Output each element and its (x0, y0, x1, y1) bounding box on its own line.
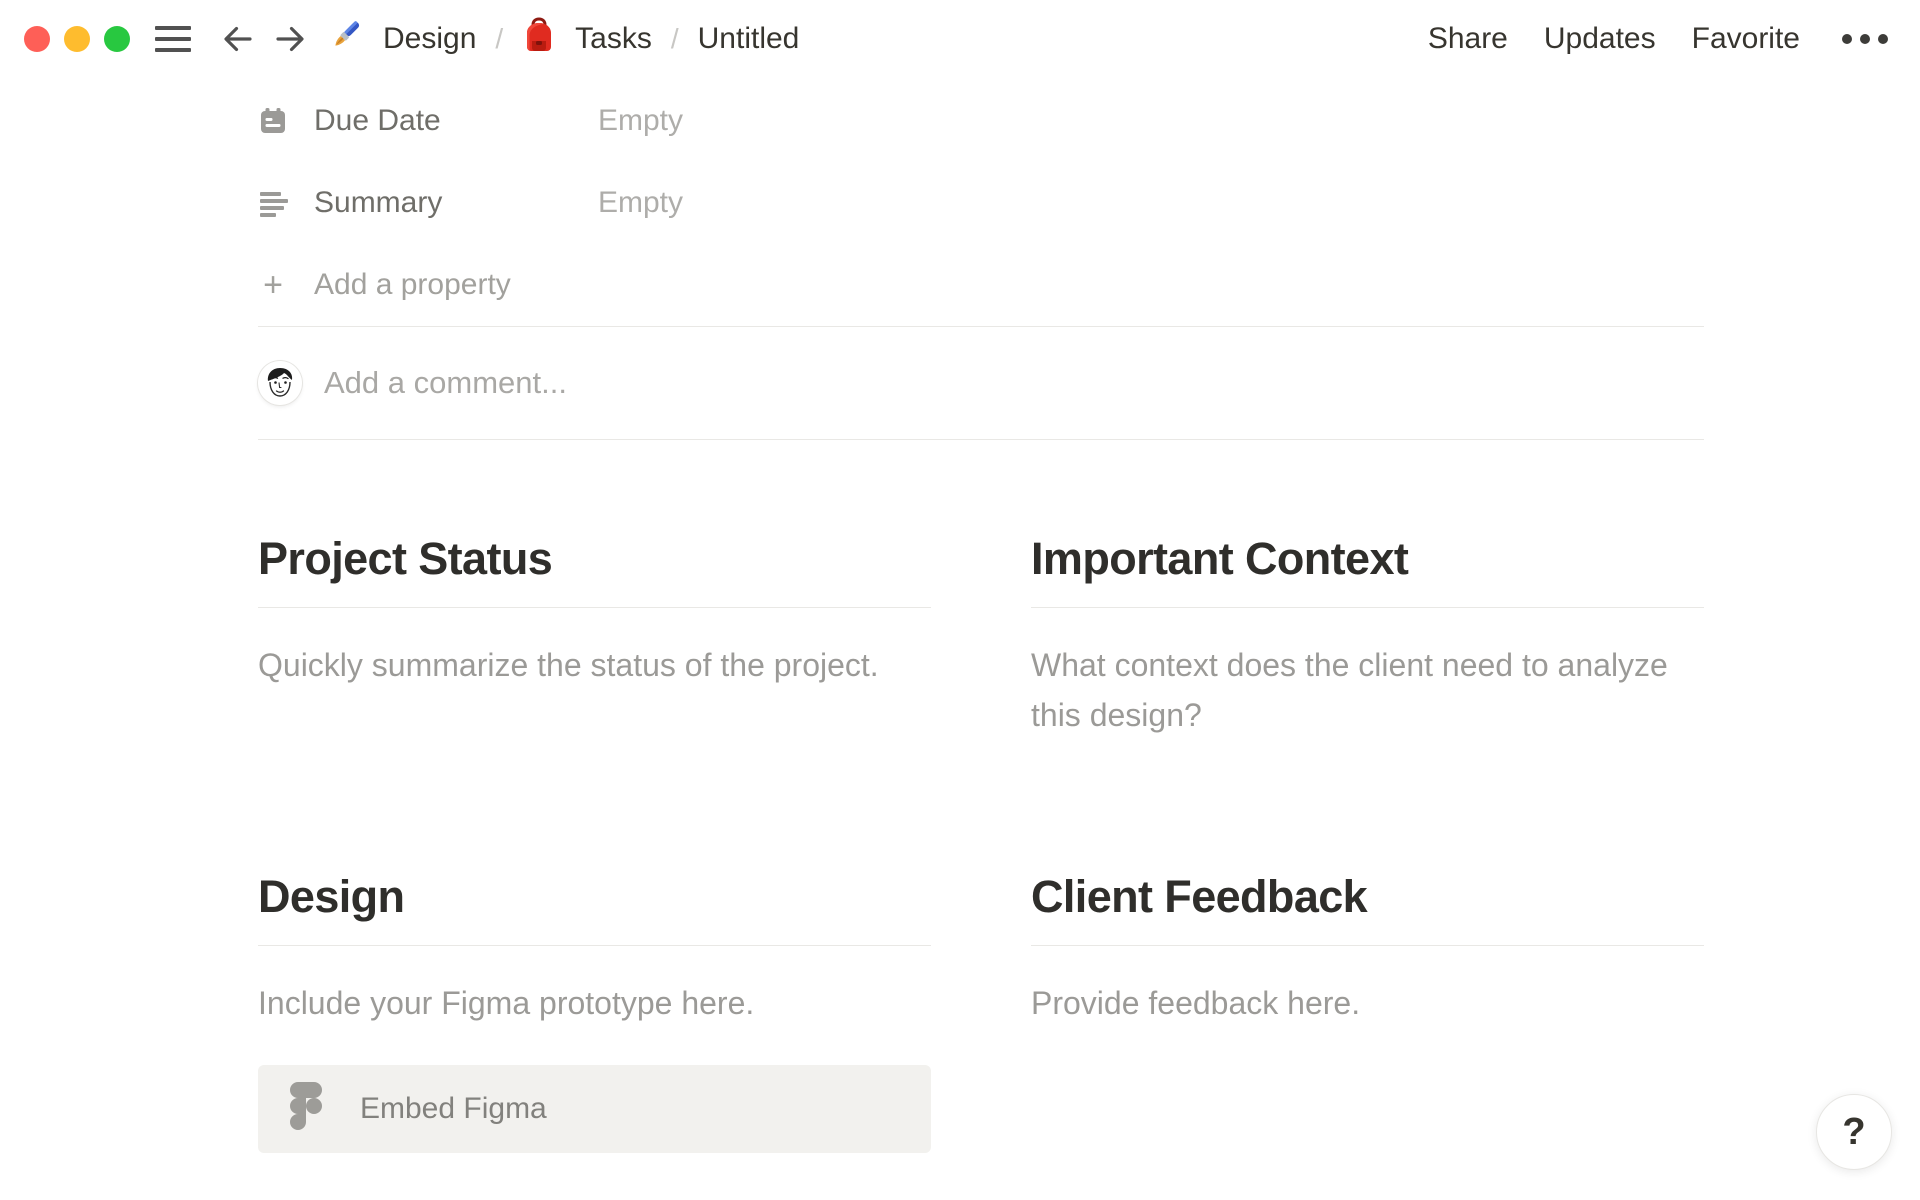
zoom-window-button[interactable] (104, 26, 130, 52)
breadcrumb-separator: / (495, 23, 504, 54)
figma-logo-icon (290, 1082, 322, 1135)
divider (1031, 607, 1704, 608)
share-button[interactable]: Share (1428, 22, 1508, 56)
breadcrumb-item-untitled[interactable]: Untitled (698, 22, 800, 56)
section-body[interactable]: Provide feedback here. (1031, 979, 1704, 1029)
section-grid: Project Status Quickly summarize the sta… (258, 532, 1704, 1153)
table-row: Due Date Empty (258, 80, 1704, 162)
favorite-button[interactable]: Favorite (1692, 22, 1800, 56)
breadcrumb-separator: / (670, 23, 679, 54)
breadcrumb: Design / Tasks / Untitled (328, 17, 799, 61)
section-title[interactable]: Important Context (1031, 532, 1704, 586)
minimize-window-button[interactable] (64, 26, 90, 52)
property-label: Summary (314, 186, 443, 219)
add-property-button[interactable]: + Add a property (258, 244, 1704, 326)
section-important-context: Important Context What context does the … (1031, 532, 1704, 740)
property-value-summary[interactable]: Empty (598, 186, 683, 220)
property-due-date[interactable]: Due Date (258, 104, 598, 138)
page-content: Due Date Empty Summary Empty + Add a pro… (258, 78, 1704, 1153)
plus-icon: + (263, 265, 283, 304)
topbar: Design / Tasks / Untitled Share Updates … (0, 0, 1920, 78)
updates-button[interactable]: Updates (1544, 22, 1656, 56)
breadcrumb-item-design[interactable]: Design (328, 17, 476, 61)
calendar-icon (258, 106, 288, 136)
section-title[interactable]: Project Status (258, 532, 931, 586)
section-body[interactable]: Quickly summarize the status of the proj… (258, 641, 931, 691)
table-row: Summary Empty (258, 162, 1704, 244)
add-comment-input[interactable]: Add a comment... (258, 327, 1704, 439)
property-label: Due Date (314, 104, 441, 137)
property-list: Due Date Empty Summary Empty + Add a pro… (258, 78, 1704, 326)
sidebar-menu-icon[interactable] (154, 24, 192, 54)
property-summary[interactable]: Summary (258, 186, 598, 220)
help-label: ? (1842, 1110, 1866, 1153)
comment-placeholder: Add a comment... (324, 365, 567, 400)
ellipsis-menu-button[interactable] (1840, 24, 1890, 54)
breadcrumb-label: Tasks (575, 22, 652, 55)
section-design: Design Include your Figma prototype here… (258, 870, 931, 1153)
forward-arrow-icon[interactable] (270, 19, 310, 59)
divider (258, 945, 931, 947)
window-controls (24, 26, 130, 52)
section-body[interactable]: What context does the client need to ana… (1031, 641, 1704, 740)
topbar-actions: Share Updates Favorite (1428, 22, 1890, 56)
add-property-label: Add a property (314, 268, 511, 301)
breadcrumb-label: Untitled (697, 22, 800, 55)
property-value-due-date[interactable]: Empty (598, 104, 683, 138)
embed-figma-label: Embed Figma (360, 1091, 547, 1125)
close-window-button[interactable] (24, 26, 50, 52)
section-client-feedback: Client Feedback Provide feedback here. (1031, 870, 1704, 1153)
divider (258, 607, 931, 608)
section-project-status: Project Status Quickly summarize the sta… (258, 532, 931, 740)
paintbrush-icon (328, 17, 364, 61)
divider (258, 439, 1704, 440)
help-button[interactable]: ? (1816, 1094, 1892, 1170)
backpack-icon (522, 17, 556, 61)
back-arrow-icon[interactable] (218, 19, 258, 59)
breadcrumb-item-tasks[interactable]: Tasks (522, 17, 652, 61)
section-title[interactable]: Design (258, 870, 931, 924)
section-body[interactable]: Include your Figma prototype here. (258, 979, 931, 1029)
text-lines-icon (258, 188, 288, 218)
divider (1031, 945, 1704, 947)
section-title[interactable]: Client Feedback (1031, 870, 1704, 924)
user-avatar (258, 361, 302, 405)
breadcrumb-label: Design (383, 22, 477, 55)
embed-figma-button[interactable]: Embed Figma (258, 1064, 931, 1153)
